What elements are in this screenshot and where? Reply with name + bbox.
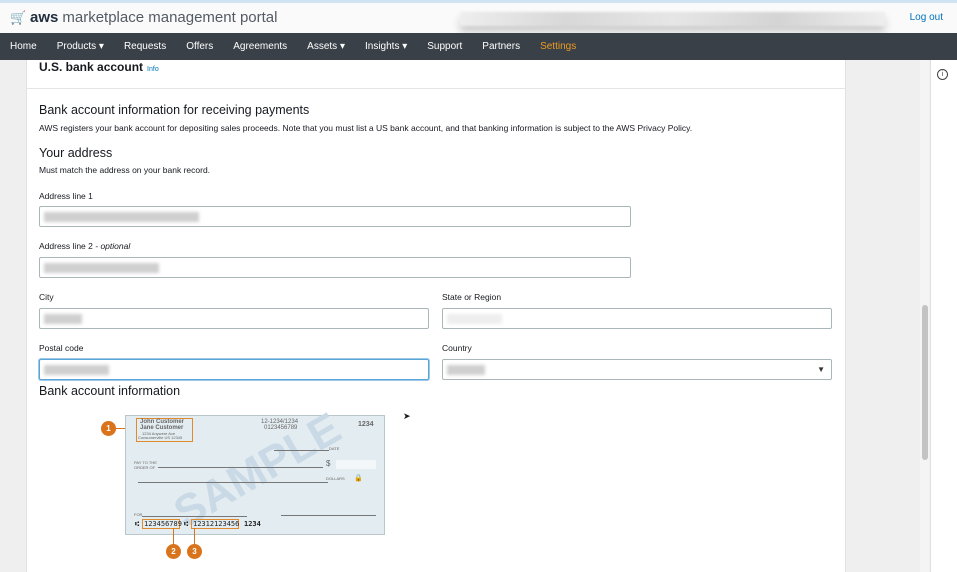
check-acct-top: 0123456789 [264, 425, 298, 431]
micr-account: 12312123456 [193, 520, 240, 528]
sample-check-image: SAMPLE John Customer Jane Customer 1234 … [125, 404, 385, 538]
section-header: U.S. bank account Info [39, 60, 159, 74]
top-bar: 🛒 aws marketplace management portal Log … [0, 3, 957, 33]
address1-input[interactable] [39, 206, 631, 227]
check-addr2: Consumerville US 12345 [138, 435, 183, 440]
callout-2: 2 [166, 544, 181, 559]
city-label: City [39, 292, 54, 302]
address2-input[interactable] [39, 257, 631, 278]
nav-agreements[interactable]: Agreements [233, 41, 287, 52]
brand-text: marketplace management portal [62, 9, 278, 26]
info-link[interactable]: Info [147, 66, 159, 73]
scrollbar-thumb[interactable] [922, 305, 928, 460]
nav-insights[interactable]: Insights ▾ [365, 41, 407, 52]
check-dollar: $ [326, 459, 331, 468]
check-number: 1234 [358, 421, 374, 428]
address2-label: Address line 2 - optional [39, 241, 131, 251]
bank-account-title: Bank account information [39, 384, 181, 398]
check-payto: PAY TO THE ORDER OF [134, 460, 157, 470]
address1-label: Address line 1 [39, 191, 93, 201]
cart-icon: 🛒 [10, 9, 27, 25]
country-label: Country [442, 343, 472, 353]
nav-requests[interactable]: Requests [124, 41, 166, 52]
main-nav: Home Products ▾ Requests Offers Agreemen… [0, 33, 957, 60]
nav-support[interactable]: Support [427, 41, 462, 52]
logout-link[interactable]: Log out [910, 12, 943, 23]
postal-input[interactable] [39, 359, 429, 380]
lock-icon: 🔒 [354, 475, 363, 482]
nav-partners[interactable]: Partners [482, 41, 520, 52]
aws-marketplace-logo[interactable]: 🛒 aws marketplace management portal [10, 9, 277, 26]
city-input[interactable] [39, 308, 429, 329]
divider [27, 88, 845, 89]
nav-offers[interactable]: Offers [186, 41, 213, 52]
state-input[interactable] [442, 308, 832, 329]
account-info-redacted [460, 12, 885, 26]
check-dollars: DOLLARS [326, 476, 345, 481]
help-panel [930, 60, 957, 572]
nav-products[interactable]: Products ▾ [57, 41, 104, 52]
bank-info-desc: AWS registers your bank account for depo… [39, 123, 693, 133]
address-desc: Must match the address on your bank reco… [39, 165, 211, 175]
bank-info-title: Bank account information for receiving p… [39, 103, 310, 117]
callout-1: 1 [101, 421, 116, 436]
check-date: DATE [329, 446, 340, 451]
address-title: Your address [39, 146, 113, 160]
state-label: State or Region [442, 292, 502, 302]
nav-home[interactable]: Home [10, 41, 37, 52]
callout-3: 3 [187, 544, 202, 559]
postal-label: Postal code [39, 343, 84, 353]
nav-settings[interactable]: Settings [540, 41, 576, 52]
micr-routing: 123456789 [144, 520, 182, 528]
country-select[interactable]: ▼ [442, 359, 832, 380]
micr-check: 1234 [244, 520, 261, 528]
mouse-cursor-icon: ➤ [403, 411, 411, 421]
nav-assets[interactable]: Assets ▾ [307, 41, 345, 52]
chevron-down-icon: ▼ [817, 365, 825, 374]
brand-bold: aws [30, 9, 59, 26]
bank-account-panel: U.S. bank account Info Bank account infor… [26, 60, 846, 572]
section-title: U.S. bank account [39, 60, 144, 74]
info-icon[interactable]: i [937, 69, 948, 80]
